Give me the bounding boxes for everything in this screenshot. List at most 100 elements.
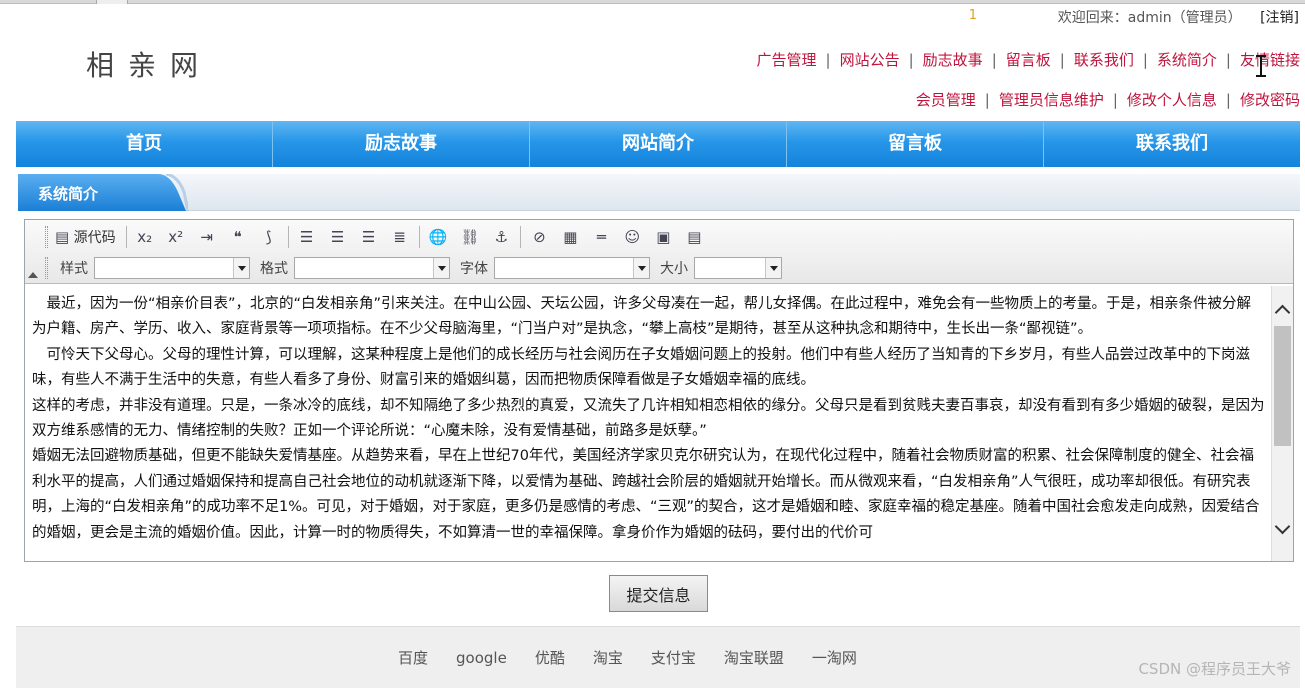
chevron-down-icon <box>233 258 249 278</box>
text-cursor-icon <box>1256 55 1266 77</box>
footer-link-taobao[interactable]: 淘宝 <box>593 649 623 667</box>
flash-icon: ⊘ <box>533 228 546 246</box>
format-select[interactable] <box>294 257 450 279</box>
superscript-icon: x² <box>168 228 184 246</box>
font-select[interactable] <box>494 257 650 279</box>
toolbar-grip-2 <box>45 257 48 279</box>
source-label: 源代码 <box>73 230 116 246</box>
blockquote-button[interactable]: ❝ <box>226 225 250 249</box>
submit-button[interactable]: 提交信息 <box>609 575 708 612</box>
flash-button[interactable]: ⊘ <box>527 225 551 249</box>
rich-text-editor: ▤ 源代码 x₂ x² ⇥ ❝ ⟆ ☰ ☰ ☰ ≣ 🌐 ⛓ ⚓ ⊘ ▦ ═ ☺ … <box>24 219 1294 562</box>
div-button[interactable]: ⟆ <box>257 225 281 249</box>
scroll-down-icon[interactable] <box>1272 518 1293 542</box>
welcome-text: 欢迎回来：admin（管理员） <box>1057 10 1242 26</box>
unlink-button[interactable]: ⛓ <box>457 225 482 249</box>
editor-scrollbar[interactable] <box>1271 286 1293 561</box>
source-icon: ▤ <box>55 228 70 246</box>
subscript-button[interactable]: x₂ <box>133 225 157 249</box>
notification-badge[interactable]: 1 <box>969 8 977 23</box>
table-button[interactable]: ▦ <box>558 225 582 249</box>
nav-stories[interactable]: 励志故事 <box>273 121 530 167</box>
footer-link-youku[interactable]: 优酷 <box>535 649 565 667</box>
nav-contact-us[interactable]: 联系我们 <box>1044 121 1300 167</box>
justify-icon: ≣ <box>393 228 406 246</box>
chevron-down-icon <box>633 258 649 278</box>
anchor-icon: ⚓ <box>494 228 509 246</box>
link-button[interactable]: 🌐 <box>426 225 451 249</box>
size-label: 大小 <box>660 261 688 277</box>
admin-links-row1: 广告管理 | 网站公告 | 励志故事 | 留言板 | 联系我们 | 系统简介 | 友情链接 <box>756 51 1300 69</box>
anchor-button[interactable]: ⚓ <box>489 225 513 249</box>
nav-message-board[interactable]: 留言板 <box>787 121 1044 167</box>
style-label: 样式 <box>60 261 88 277</box>
footer-link-taobao-union[interactable]: 淘宝联盟 <box>724 649 784 667</box>
smiley-button[interactable]: ☺ <box>620 225 644 249</box>
page-break-icon: ▤ <box>687 228 702 246</box>
link-site-notice[interactable]: 网站公告 <box>840 51 900 69</box>
superscript-button[interactable]: x² <box>164 225 188 249</box>
quote-icon: ❝ <box>233 228 242 246</box>
format-label: 格式 <box>260 261 288 277</box>
link-contact-us[interactable]: 联系我们 <box>1074 51 1134 69</box>
link-message-board[interactable]: 留言板 <box>1006 51 1051 69</box>
scroll-up-icon[interactable] <box>1272 298 1293 322</box>
size-select[interactable] <box>694 257 782 279</box>
site-logo: 相亲网 <box>86 49 213 82</box>
link-friendly-links[interactable]: 友情链接 <box>1240 51 1300 69</box>
align-center-button[interactable]: ☰ <box>326 225 350 249</box>
style-select[interactable] <box>94 257 250 279</box>
link-edit-profile[interactable]: 修改个人信息 <box>1127 91 1217 109</box>
link-inspiring-stories[interactable]: 励志故事 <box>923 51 983 69</box>
link-member-management[interactable]: 会员管理 <box>916 91 976 109</box>
globe-link-icon: 🌐 <box>428 228 448 246</box>
toolbar-grip <box>45 226 48 248</box>
footer-link-alipay[interactable]: 支付宝 <box>651 649 696 667</box>
div-icon: ⟆ <box>265 228 272 246</box>
editor-content[interactable]: 最近，因为一份“相亲价目表”，北京的“白发相亲角”引来关注。在中山公园、天坛公园… <box>25 286 1271 561</box>
paragraph-4: 婚姻无法回避物质基础，但更不能缺失爱情基座。从趋势来看，早在上世纪70年代，美国… <box>32 448 1260 541</box>
section-tab: 系统简介 <box>18 174 188 211</box>
table-icon: ▦ <box>563 228 578 246</box>
welcome-bar: 1 欢迎回来：admin（管理员） [注销] <box>969 7 1299 27</box>
section-header: 系统简介 <box>18 174 1300 211</box>
paragraph-3: 这样的考虑，并非没有道理。只是，一条冰冷的底线，却不知隔绝了多少热烈的真爱，又流… <box>32 397 1265 440</box>
horizontal-rule-icon: ═ <box>596 228 606 246</box>
toolbar-row-2: 样式 格式 字体 大小 <box>45 255 784 281</box>
paragraph-1: 最近，因为一份“相亲价目表”，北京的“白发相亲角”引来关注。在中山公园、天坛公园… <box>32 296 1252 338</box>
editor-toolbar: ▤ 源代码 x₂ x² ⇥ ❝ ⟆ ☰ ☰ ☰ ≣ 🌐 ⛓ ⚓ ⊘ ▦ ═ ☺ … <box>25 220 1293 284</box>
nav-home[interactable]: 首页 <box>16 121 273 167</box>
watermark: CSDN @程序员王大爷 <box>1138 660 1291 678</box>
admin-links-row2: 会员管理 | 管理员信息维护 | 修改个人信息 | 修改密码 <box>915 91 1300 109</box>
nav-site-intro[interactable]: 网站简介 <box>530 121 787 167</box>
collapse-toolbar-icon[interactable] <box>28 272 38 278</box>
horizontal-rule-button[interactable]: ═ <box>589 225 613 249</box>
scroll-thumb[interactable] <box>1274 326 1291 446</box>
section-title: 系统简介 <box>38 185 99 203</box>
toolbar-row-1: ▤ 源代码 x₂ x² ⇥ ❝ ⟆ ☰ ☰ ☰ ≣ 🌐 ⛓ ⚓ ⊘ ▦ ═ ☺ … <box>45 224 713 250</box>
footer-links: 百度 google 优酷 淘宝 支付宝 淘宝联盟 一淘网 <box>398 647 885 668</box>
window-tab-nub <box>96 0 128 4</box>
align-right-button[interactable]: ☰ <box>357 225 381 249</box>
main-nav: 首页 励志故事 网站简介 留言板 联系我们 <box>16 121 1300 167</box>
source-code-button[interactable]: ▤ 源代码 <box>52 225 119 249</box>
align-left-button[interactable]: ☰ <box>295 225 319 249</box>
logout-link[interactable]: [注销] <box>1260 10 1299 26</box>
align-left-icon: ☰ <box>299 228 314 246</box>
link-ad-management[interactable]: 广告管理 <box>757 51 817 69</box>
link-system-intro[interactable]: 系统简介 <box>1157 51 1217 69</box>
indent-button[interactable]: ⇥ <box>195 225 219 249</box>
align-right-icon: ☰ <box>361 228 376 246</box>
unlink-icon: ⛓ <box>460 228 480 246</box>
special-char-button[interactable]: ▣ <box>651 225 675 249</box>
page-break-button[interactable]: ▤ <box>682 225 706 249</box>
link-change-password[interactable]: 修改密码 <box>1240 91 1300 109</box>
chevron-down-icon <box>765 258 781 278</box>
footer-link-etao[interactable]: 一淘网 <box>812 649 857 667</box>
footer-link-google[interactable]: google <box>456 649 507 667</box>
footer-link-baidu[interactable]: 百度 <box>398 649 428 667</box>
indent-icon: ⇥ <box>200 228 213 246</box>
link-admin-info[interactable]: 管理员信息维护 <box>999 91 1104 109</box>
justify-button[interactable]: ≣ <box>388 225 412 249</box>
footer: 百度 google 优酷 淘宝 支付宝 淘宝联盟 一淘网 <box>16 626 1300 688</box>
